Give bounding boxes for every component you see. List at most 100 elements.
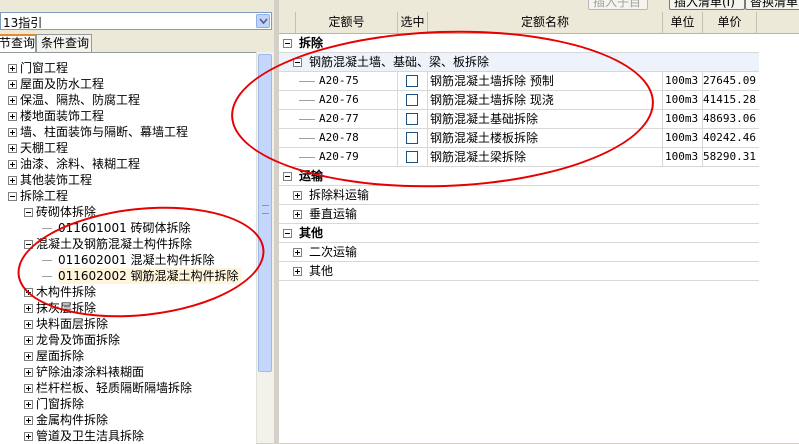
tree-leaf-item[interactable]: 011602002 钢筋混凝土构件拆除 bbox=[58, 268, 241, 284]
category-row[interactable]: 垂直运输 bbox=[279, 205, 759, 224]
tree-folder-item[interactable]: 保温、隔热、防腐工程 bbox=[20, 92, 140, 108]
column-divider bbox=[702, 110, 703, 129]
expand-icon[interactable] bbox=[293, 267, 302, 276]
expand-icon[interactable] bbox=[293, 210, 302, 219]
section-row[interactable]: 拆除 bbox=[279, 34, 759, 53]
expand-icon[interactable] bbox=[24, 352, 33, 361]
tree-folder-item[interactable]: 栏杆栏板、轻质隔断隔墙拆除 bbox=[36, 380, 192, 396]
tree-folder-item[interactable]: 门窗工程 bbox=[20, 60, 68, 76]
expand-icon[interactable] bbox=[24, 288, 33, 297]
category-row[interactable]: 其他 bbox=[279, 262, 759, 281]
expand-icon[interactable] bbox=[8, 112, 17, 121]
category-row[interactable]: 二次运输 bbox=[279, 243, 759, 262]
quota-row[interactable]: A20-76 钢筋混凝土墙拆除 现浇 100m3 41415.28 bbox=[279, 91, 759, 110]
select-checkbox[interactable] bbox=[406, 151, 418, 163]
collapse-icon[interactable] bbox=[8, 192, 17, 201]
expand-icon[interactable] bbox=[293, 248, 302, 257]
quota-row[interactable]: A20-75 钢筋混凝土墙拆除 预制 100m3 27645.09 bbox=[279, 72, 759, 91]
expand-icon[interactable] bbox=[8, 160, 17, 169]
tree-folder-item[interactable]: 屋面拆除 bbox=[36, 348, 84, 364]
tree-folder-item[interactable]: 铲除油漆涂料裱糊面 bbox=[36, 364, 144, 380]
section-title: 拆除 bbox=[299, 36, 324, 50]
quota-price: 40242.46 bbox=[703, 131, 756, 144]
expand-icon[interactable] bbox=[24, 416, 33, 425]
expand-icon[interactable] bbox=[24, 304, 33, 313]
tree-folder-item[interactable]: 拆除工程 bbox=[20, 188, 68, 204]
header-spacer bbox=[279, 12, 296, 33]
tree-scrollbar[interactable] bbox=[256, 52, 274, 443]
expand-icon[interactable] bbox=[293, 191, 302, 200]
tree-folder-item[interactable]: 门窗拆除 bbox=[36, 396, 84, 412]
expand-icon[interactable] bbox=[8, 64, 17, 73]
expand-icon[interactable] bbox=[24, 384, 33, 393]
insert-sub-item-button[interactable]: 插入子目 bbox=[588, 0, 648, 10]
select-checkbox[interactable] bbox=[406, 94, 418, 106]
tree-folder-item[interactable]: 抹灰层拆除 bbox=[36, 300, 96, 316]
tree-folder-item[interactable]: 龙骨及饰面拆除 bbox=[36, 332, 120, 348]
quota-code: A20-77 bbox=[319, 112, 359, 125]
column-header-code[interactable]: 定额号 bbox=[296, 12, 398, 33]
collapse-icon[interactable] bbox=[283, 229, 292, 238]
tab-chapter-query[interactable]: 章节查询 bbox=[0, 34, 36, 53]
category-title: 拆除料运输 bbox=[309, 188, 370, 202]
section-title: 运输 bbox=[299, 169, 324, 183]
expand-icon[interactable] bbox=[8, 144, 17, 153]
expand-icon[interactable] bbox=[24, 400, 33, 409]
tree-folder-item[interactable]: 楼地面装饰工程 bbox=[20, 108, 104, 124]
expand-icon[interactable] bbox=[24, 320, 33, 329]
tree-folder-item[interactable]: 块料面层拆除 bbox=[36, 316, 108, 332]
quota-price: 58290.31 bbox=[703, 150, 756, 163]
scrollbar-thumb[interactable] bbox=[258, 54, 272, 372]
select-checkbox[interactable] bbox=[406, 75, 418, 87]
tree-folder-item[interactable]: 木构件拆除 bbox=[36, 284, 96, 300]
subgroup-row[interactable]: 钢筋混凝土墙、基础、梁、板拆除 bbox=[279, 53, 759, 72]
quota-row[interactable]: A20-77 钢筋混凝土基础拆除 100m3 48693.06 bbox=[279, 110, 759, 129]
column-header-selected[interactable]: 选中 bbox=[398, 12, 428, 33]
expand-icon[interactable] bbox=[8, 176, 17, 185]
expand-icon[interactable] bbox=[24, 432, 33, 441]
section-row[interactable]: 运输 bbox=[279, 167, 759, 186]
quota-row[interactable]: A20-79 钢筋混凝土梁拆除 100m3 58290.31 bbox=[279, 148, 759, 167]
collapse-icon[interactable] bbox=[24, 240, 33, 249]
tree-folder-item[interactable]: 金属构件拆除 bbox=[36, 412, 108, 428]
expand-icon[interactable] bbox=[24, 368, 33, 377]
tree-folder-item[interactable]: 屋面及防水工程 bbox=[20, 76, 104, 92]
quota-row[interactable]: A20-78 钢筋混凝土楼板拆除 100m3 40242.46 bbox=[279, 129, 759, 148]
column-header-name[interactable]: 定额名称 bbox=[428, 12, 663, 33]
tree-leaf-item[interactable]: 011601001 砖砌体拆除 bbox=[58, 220, 191, 236]
column-header-unit[interactable]: 单位 bbox=[663, 12, 703, 33]
column-divider bbox=[427, 72, 428, 91]
column-header-price[interactable]: 单价 bbox=[703, 12, 757, 33]
collapse-icon[interactable] bbox=[24, 208, 33, 217]
index-select[interactable]: 13指引 bbox=[0, 12, 272, 30]
tree-folder-item[interactable]: 天棚工程 bbox=[20, 140, 68, 156]
tree-folder-item[interactable]: 墙、柱面装饰与隔断、幕墙工程 bbox=[20, 124, 188, 140]
tree-folder-item[interactable]: 其他装饰工程 bbox=[20, 172, 92, 188]
column-divider bbox=[427, 110, 428, 129]
expand-icon[interactable] bbox=[8, 80, 17, 89]
tree-folder-item[interactable]: 混凝土及钢筋混凝土构件拆除 bbox=[36, 236, 192, 252]
collapse-icon[interactable] bbox=[283, 172, 292, 181]
replace-list-button[interactable]: 替换清单 bbox=[745, 0, 799, 10]
tree-leaf-item[interactable]: 011602001 混凝土构件拆除 bbox=[58, 252, 215, 268]
collapse-icon[interactable] bbox=[283, 39, 292, 48]
collapse-icon[interactable] bbox=[293, 58, 302, 67]
tab-condition-query[interactable]: 条件查询 bbox=[36, 34, 92, 52]
section-row[interactable]: 其他 bbox=[279, 224, 759, 243]
category-row[interactable]: 拆除料运输 bbox=[279, 186, 759, 205]
category-title: 其他 bbox=[309, 264, 334, 278]
select-checkbox[interactable] bbox=[406, 132, 418, 144]
chevron-down-icon[interactable] bbox=[256, 14, 270, 28]
select-checkbox[interactable] bbox=[406, 113, 418, 125]
column-divider bbox=[397, 148, 398, 167]
tree-connector bbox=[42, 228, 52, 229]
left-panel: 13指引 章节查询 条件查询 门窗工程屋面及防水工程保温、隔热、防腐工程楼地面装… bbox=[0, 0, 274, 444]
tree-folder-item[interactable]: 砖砌体拆除 bbox=[36, 204, 96, 220]
expand-icon[interactable] bbox=[8, 128, 17, 137]
insert-list-button[interactable]: 插入清单(I) bbox=[669, 0, 745, 10]
tree-folder-item[interactable]: 油漆、涂料、裱糊工程 bbox=[20, 156, 140, 172]
expand-icon[interactable] bbox=[8, 96, 17, 105]
expand-icon[interactable] bbox=[24, 336, 33, 345]
tree-folder-item[interactable]: 管道及卫生洁具拆除 bbox=[36, 428, 144, 444]
query-tabs: 章节查询 条件查询 bbox=[0, 34, 274, 53]
